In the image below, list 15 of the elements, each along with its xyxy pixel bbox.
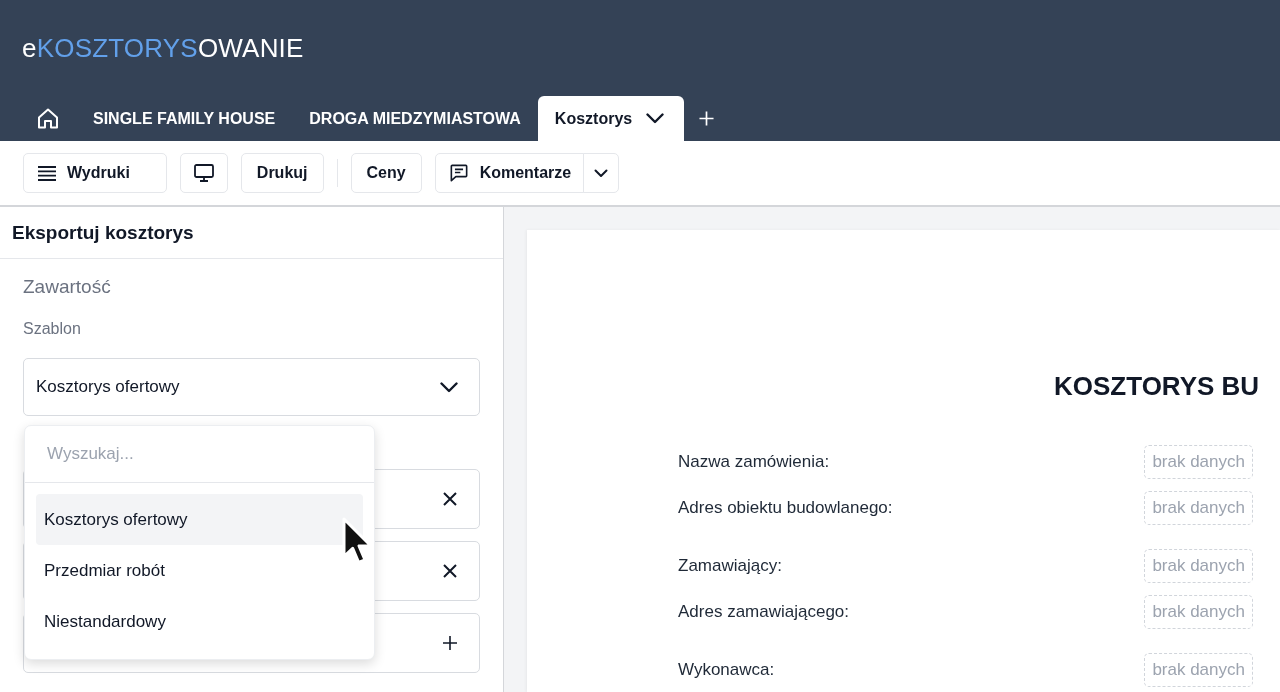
empty-value: brak danych [1144,595,1253,629]
field-label: Adres obiektu budowlanego: [678,498,893,518]
field-label: Adres zamawiającego: [678,602,850,622]
empty-value: brak danych [1144,445,1253,479]
field-label: Szablon [23,319,81,339]
empty-value: brak danych [1144,491,1253,525]
field-label: Nazwa zamówienia: [678,452,830,472]
document-title: KOSZTORYS BU [1054,370,1260,402]
empty-value: brak danych [1144,549,1253,583]
panel-title: Eksportuj kosztorys [12,221,194,244]
app-logo: eKOSZTORYSOWANIE [22,34,304,62]
field-label: Wykonawca: [678,660,775,680]
empty-value: brak danych [1144,653,1253,687]
section-heading: Zawartość [23,276,111,298]
field-label: Zamawiający: [678,556,782,576]
